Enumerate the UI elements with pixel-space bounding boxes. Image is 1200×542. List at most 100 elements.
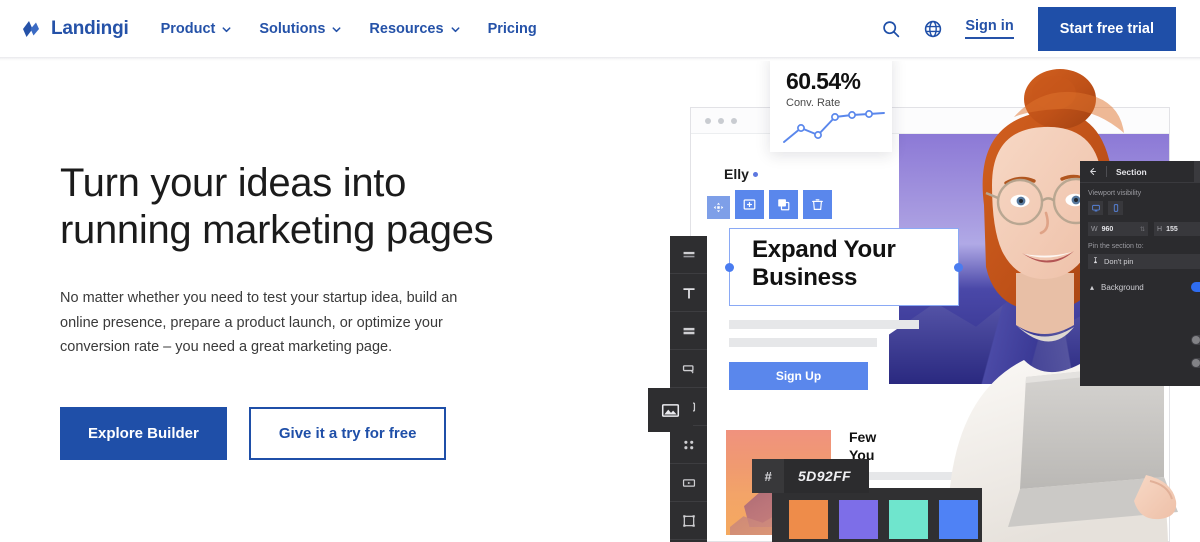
box-icon[interactable]: [670, 312, 707, 350]
start-free-trial-button[interactable]: Start free trial: [1038, 7, 1176, 51]
nav-item-solutions[interactable]: Solutions: [259, 21, 342, 37]
conversion-rate-sparkline: [782, 106, 886, 146]
panel-row[interactable]: [1088, 335, 1200, 345]
nav-label: Product: [161, 21, 216, 37]
conversion-rate-card: 60.54% Conv. Rate: [770, 61, 892, 152]
nav-item-resources[interactable]: Resources: [369, 21, 460, 37]
button-icon[interactable]: [670, 350, 707, 388]
explore-builder-button[interactable]: Explore Builder: [60, 407, 227, 460]
nav-label: Solutions: [259, 21, 325, 37]
width-label: W: [1091, 226, 1098, 233]
hero-title-line-2: running marketing pages: [60, 208, 493, 252]
chevron-down-icon: [331, 23, 342, 34]
dimension-row: W 960 ⇅ H 155 ⇅: [1088, 222, 1200, 236]
section-settings-panel: Section Viewport visibility W 960 ⇅: [1080, 161, 1200, 386]
nav-label: Pricing: [488, 21, 537, 37]
mock-headline: Expand Your Business: [730, 229, 958, 292]
hero-subtitle: No matter whether you need to test your …: [60, 286, 500, 361]
mock-lower-line-1: Few: [849, 429, 876, 445]
chevron-down-icon: [450, 23, 461, 34]
viewport-toggle-group: [1088, 201, 1200, 215]
color-swatch[interactable]: [839, 500, 878, 539]
panel-body: Viewport visibility W 960 ⇅ H 155: [1080, 183, 1200, 368]
header-divider: [0, 57, 1200, 61]
move-handle-icon[interactable]: [707, 196, 730, 219]
mock-brand-label: Elly: [724, 166, 749, 182]
section-icon[interactable]: [670, 236, 707, 274]
add-icon[interactable]: [735, 190, 764, 219]
panel-header-block: [1194, 161, 1200, 183]
resize-handle-left[interactable]: [725, 263, 734, 272]
element-edit-toolbar: [707, 190, 832, 219]
hex-color-value: 5D92FF: [784, 459, 869, 493]
width-field[interactable]: W 960 ⇅: [1088, 222, 1148, 236]
panel-row[interactable]: [1088, 358, 1200, 368]
nav-label: Resources: [369, 21, 443, 37]
placeholder-bar: [729, 320, 919, 329]
height-value: 155: [1166, 226, 1178, 233]
image-icon[interactable]: [648, 388, 693, 432]
selected-text-element[interactable]: Expand Your Business: [729, 228, 959, 306]
background-toggle[interactable]: [1191, 282, 1200, 292]
hash-icon: #: [752, 459, 784, 493]
page-title: Turn your ideas into running marketing p…: [60, 160, 580, 254]
height-field[interactable]: H 155 ⇅: [1154, 222, 1200, 236]
nav-item-pricing[interactable]: Pricing: [488, 21, 537, 37]
panel-header: Section: [1080, 161, 1200, 183]
pin-value: Don't pin: [1104, 257, 1133, 266]
panel-row[interactable]: ▾: [1088, 306, 1200, 321]
give-it-a-try-button[interactable]: Give it a try for free: [249, 407, 447, 460]
frame-icon[interactable]: [670, 502, 707, 540]
signin-link[interactable]: Sign in: [965, 18, 1013, 39]
divider: [1106, 166, 1107, 177]
site-header: Landingi Product Solutions Resources Pri…: [0, 0, 1200, 57]
width-value: 960: [1102, 226, 1114, 233]
window-dot: [705, 118, 711, 124]
pin-section-label: Pin the section to:: [1088, 243, 1200, 250]
hex-color-input[interactable]: # 5D92FF: [752, 459, 869, 493]
arrow-left-icon[interactable]: [1088, 163, 1097, 181]
browser-title-bar: [691, 108, 1169, 134]
landingi-diamond-logo: [20, 18, 42, 40]
desktop-icon[interactable]: [1088, 201, 1103, 215]
color-swatch[interactable]: [889, 500, 928, 539]
main-nav: Product Solutions Resources Pricing: [161, 21, 537, 37]
text-icon[interactable]: [670, 274, 707, 312]
chevron-up-icon: ▴: [1090, 283, 1094, 292]
viewport-visibility-label: Viewport visibility: [1088, 190, 1200, 197]
color-swatch[interactable]: [939, 500, 978, 539]
hero-illustration: Elly: [620, 61, 1200, 542]
duplicate-icon[interactable]: [769, 190, 798, 219]
video-icon[interactable]: [670, 464, 707, 502]
header-actions: Sign in Start free trial: [881, 7, 1176, 51]
panel-title: Section: [1116, 167, 1147, 177]
window-dot: [731, 118, 737, 124]
window-dot: [718, 118, 724, 124]
panel-toggle[interactable]: [1191, 335, 1200, 345]
panel-toggle[interactable]: [1191, 358, 1200, 368]
mock-brand: Elly: [724, 166, 758, 182]
color-swatch[interactable]: [789, 500, 828, 539]
hero-cta-group: Explore Builder Give it a try for free: [60, 407, 580, 460]
pin-section-select[interactable]: Don't pin ▾: [1088, 254, 1200, 269]
nav-item-product[interactable]: Product: [161, 21, 233, 37]
brand-name: Landingi: [51, 18, 129, 40]
brand-dot-icon: [753, 172, 758, 177]
mock-signup-button[interactable]: Sign Up: [729, 362, 868, 390]
height-label: H: [1157, 226, 1162, 233]
mobile-icon[interactable]: [1108, 201, 1123, 215]
background-accordion-row[interactable]: ▴ Background: [1088, 278, 1200, 296]
delete-icon[interactable]: [803, 190, 832, 219]
hero-copy: Turn your ideas into running marketing p…: [60, 160, 580, 460]
conversion-rate-value: 60.54%: [786, 68, 892, 95]
brand-logo[interactable]: Landingi: [20, 18, 129, 40]
stepper-icon[interactable]: ⇅: [1140, 226, 1145, 233]
background-label: Background: [1101, 283, 1144, 292]
placeholder-bar: [729, 338, 877, 347]
hero-title-line-1: Turn your ideas into: [60, 161, 406, 205]
search-icon[interactable]: [881, 19, 901, 39]
color-swatch-panel: [772, 488, 982, 542]
chevron-down-icon: [221, 23, 232, 34]
globe-icon[interactable]: [923, 19, 943, 39]
resize-handle-right[interactable]: [954, 263, 963, 272]
